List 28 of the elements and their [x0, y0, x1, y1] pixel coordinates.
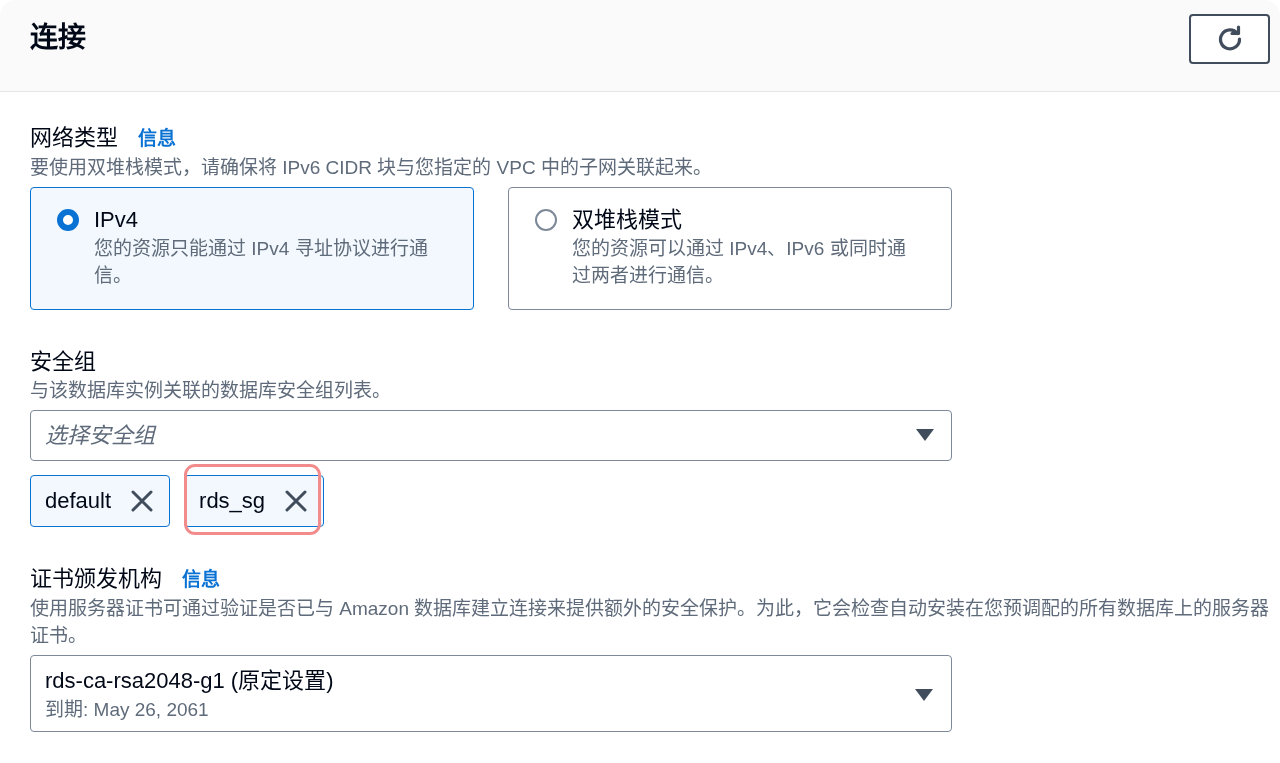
info-link[interactable]: 信息: [138, 124, 176, 154]
field-description: 要使用双堆栈模式，请确保将 IPv6 CIDR 块与您指定的 VPC 中的子网关联起来。: [30, 156, 713, 180]
field-description: 与该数据库实例关联的数据库安全组列表。: [30, 379, 392, 403]
field-label: 网络类型: [30, 124, 118, 152]
field-description: 使用服务器证书可通过验证是否已与 Amazon 数据库建立连接来提供额外的安全保护。为此，它会检查自动安装在您预调配的所有数据库上的服务器证书。: [30, 597, 1270, 648]
option-label: IPv4: [94, 206, 140, 234]
caret-icon: [915, 688, 933, 701]
option-description: 您的资源可以通过 IPv4、IPv6 或同时通过两者进行通信。: [572, 237, 907, 288]
expiry-text: 到期: May 26, 2061: [45, 698, 210, 722]
token-label: rds_sg: [199, 487, 266, 515]
close-icon[interactable]: [131, 490, 154, 512]
section-title: 连接: [30, 21, 86, 55]
refresh-button[interactable]: [1189, 14, 1270, 64]
radio-tile[interactable]: 双堆栈模式 您的资源可以通过 IPv4、IPv6 或同时通过两者进行通信。: [508, 187, 952, 310]
field-label: 安全组: [30, 348, 96, 376]
radio-tile[interactable]: IPv4 您的资源只能通过 IPv4 寻址协议进行通信。: [30, 187, 474, 310]
option-description: 您的资源只能通过 IPv4 寻址协议进行通信。: [94, 237, 429, 288]
select-value: rds-ca-rsa2048-g1 (原定设置): [45, 667, 334, 695]
radio-button[interactable]: [535, 209, 557, 231]
certificate-select[interactable]: rds-ca-rsa2048-g1 (原定设置) 到期: May 26, 2061: [30, 655, 952, 732]
radio-button[interactable]: [57, 209, 79, 231]
info-link[interactable]: 信息: [182, 565, 220, 595]
token-label: default: [45, 487, 112, 515]
field-label: 证书颁发机构: [30, 565, 162, 593]
close-icon[interactable]: [285, 490, 308, 512]
security-group-select[interactable]: 选择安全组: [30, 410, 952, 461]
option-label: 双堆栈模式: [572, 206, 683, 234]
caret-icon: [916, 429, 934, 441]
